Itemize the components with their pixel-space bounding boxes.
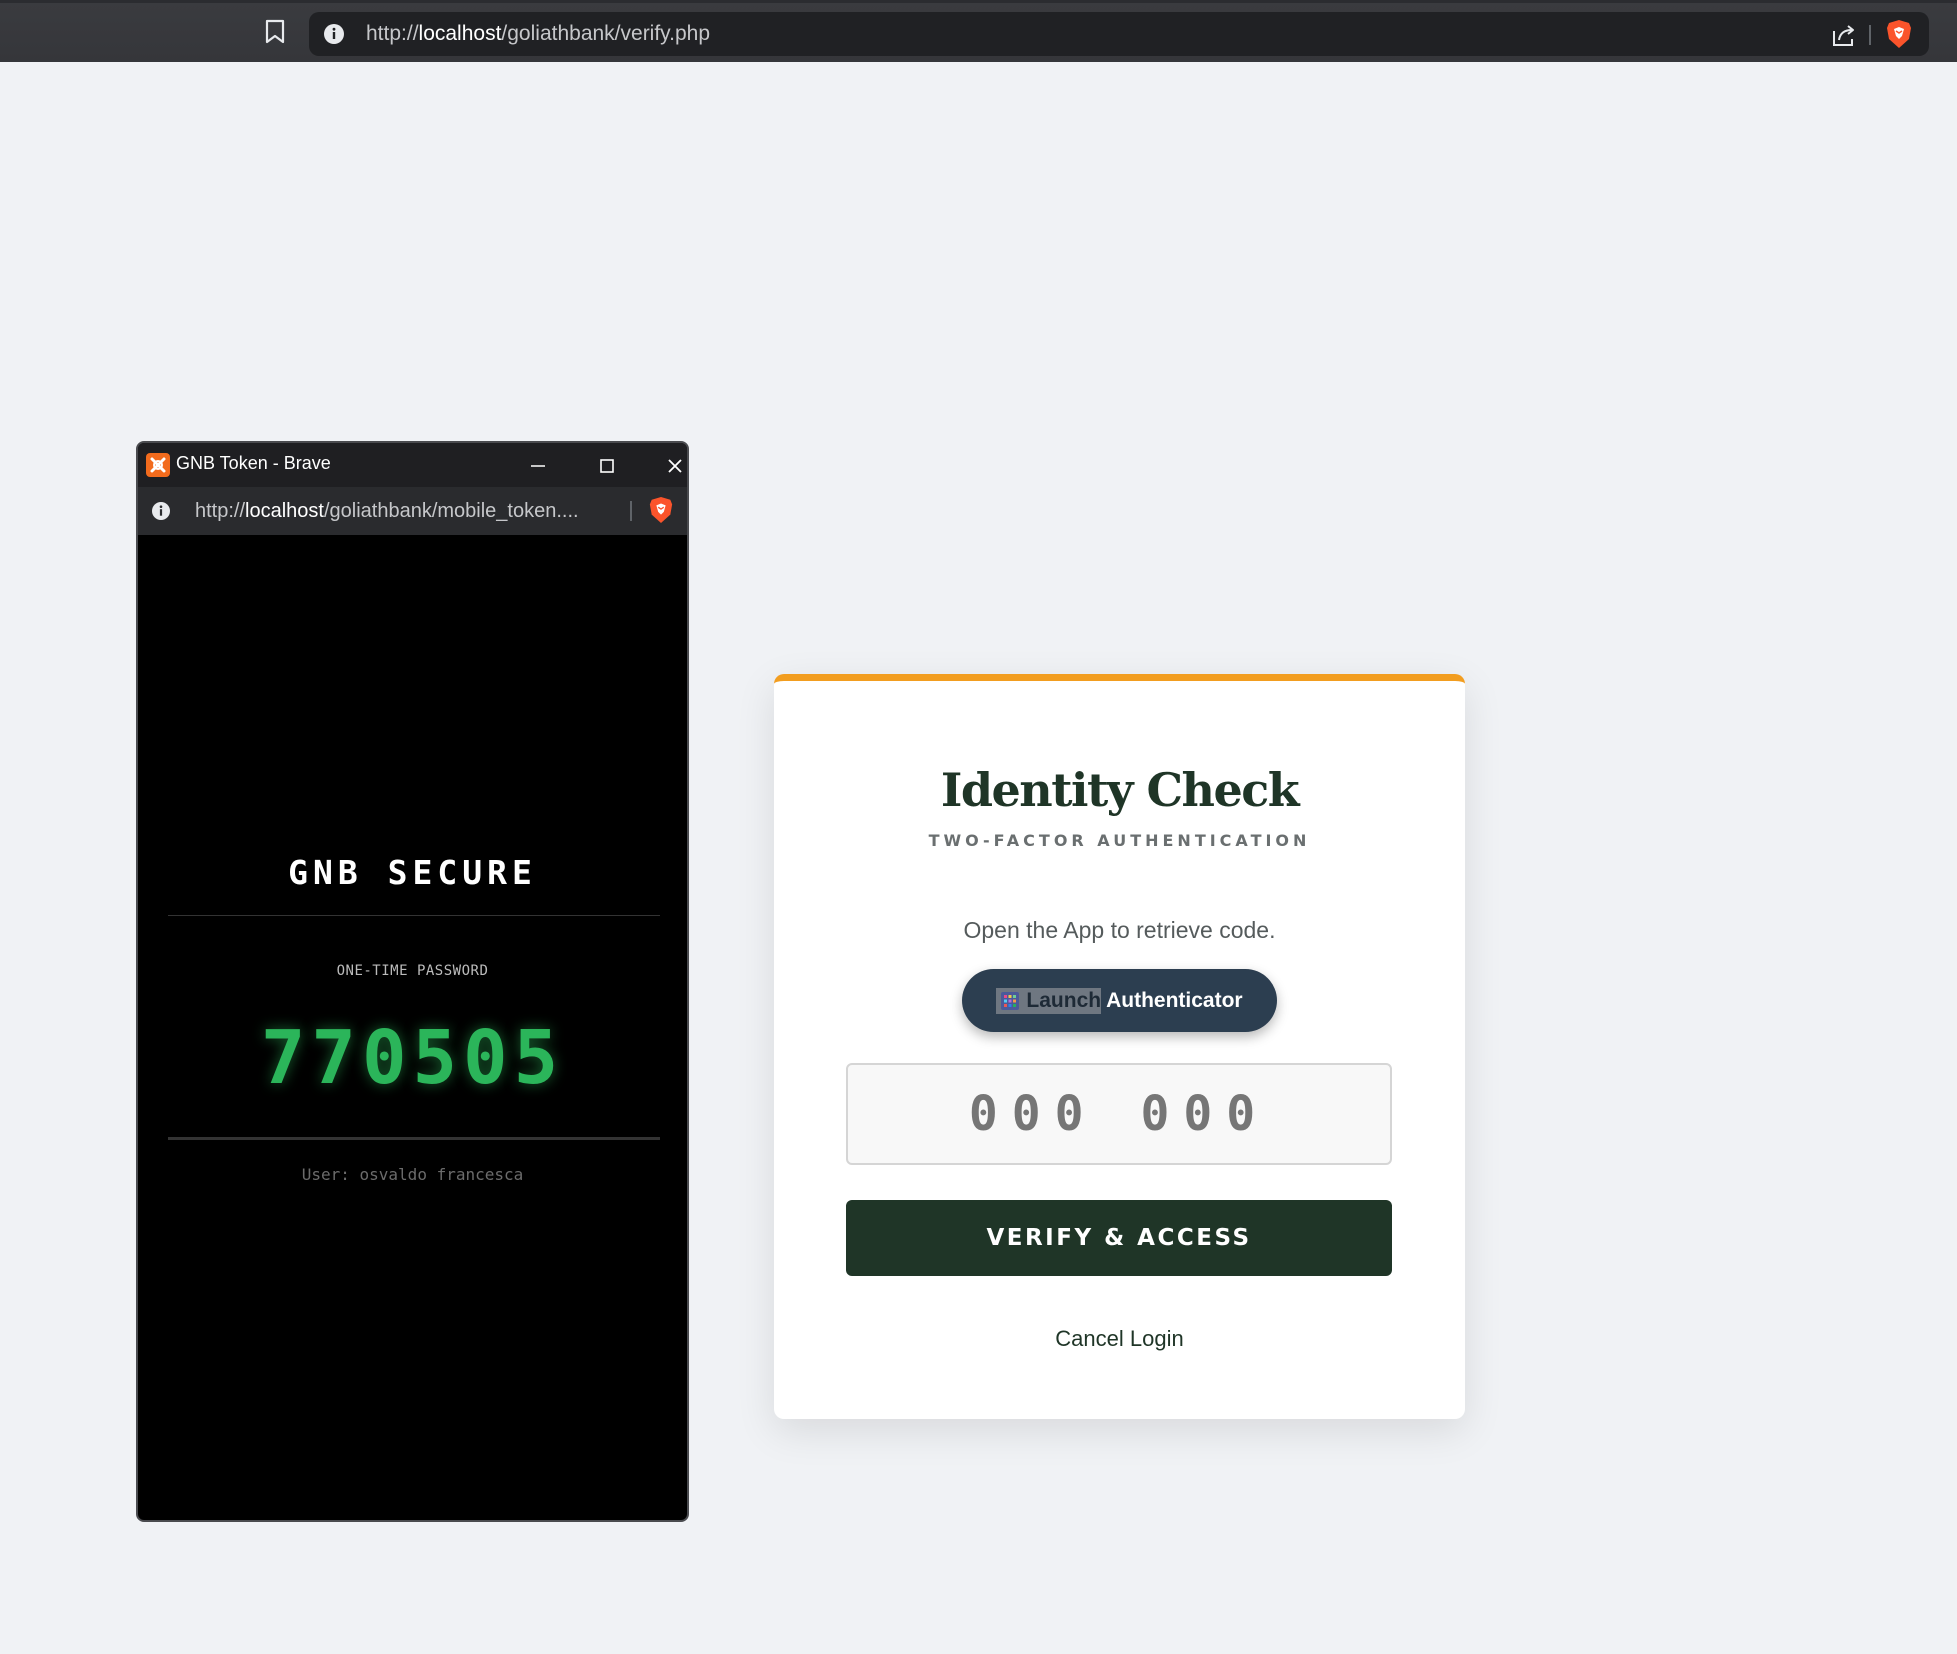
site-info-icon[interactable] [151,501,171,521]
site-info-icon[interactable] [323,23,345,45]
minimize-button[interactable] [518,451,558,481]
divider [168,1137,660,1140]
browser-toolbar: http://localhost/goliathbank/verify.php [0,0,1957,62]
popup-titlebar[interactable]: GNB Token - Brave [138,443,687,487]
instruction-text: Open the App to retrieve code. [963,917,1276,943]
token-user-line: User: osvaldo francesca [301,1165,524,1184]
otp-label: ONE-TIME PASSWORD [336,963,489,979]
keypad-icon [1001,991,1020,1010]
share-icon[interactable] [1830,21,1858,49]
otp-input[interactable] [846,1063,1392,1165]
address-bar[interactable]: http://localhost/goliathbank/verify.php [309,12,1929,56]
maximize-button[interactable] [587,451,627,481]
launch-label: Launch [1026,988,1102,1012]
brave-shields-icon[interactable] [648,496,674,524]
selected-text-highlight: Launch [996,987,1102,1014]
toolbar-divider [1869,25,1871,45]
page-title: Identity Check [940,763,1300,817]
launch-authenticator-button[interactable]: Launch Authenticator [962,969,1277,1032]
bookmark-icon[interactable] [258,15,292,49]
popup-address-url[interactable]: http://localhost/goliathbank/mobile_toke… [195,500,579,523]
authenticator-label: Authenticator [1106,988,1243,1012]
divider [168,915,660,916]
popup-address-bar[interactable]: http://localhost/goliathbank/mobile_toke… [138,487,687,535]
address-url[interactable]: http://localhost/goliathbank/verify.php [366,22,710,46]
cancel-login-link[interactable]: Cancel Login [774,1326,1465,1352]
close-button[interactable] [655,451,687,481]
popup-window-title: GNB Token - Brave [176,453,331,473]
page-subtitle: TWO-FACTOR AUTHENTICATION [928,831,1311,850]
token-brand-title: GNB SECURE [288,853,537,892]
verify-access-button[interactable]: VERIFY & ACCESS [846,1200,1392,1276]
identity-check-card: Identity Check TWO-FACTOR AUTHENTICATION… [774,674,1465,1419]
otp-code: 770505 [260,1015,565,1101]
toolbar-divider [630,501,632,521]
brave-shields-icon[interactable] [1885,19,1913,49]
token-popup-window: GNB Token - Brave http://localhost/golia… [136,441,689,1522]
xampp-app-icon [146,453,170,477]
